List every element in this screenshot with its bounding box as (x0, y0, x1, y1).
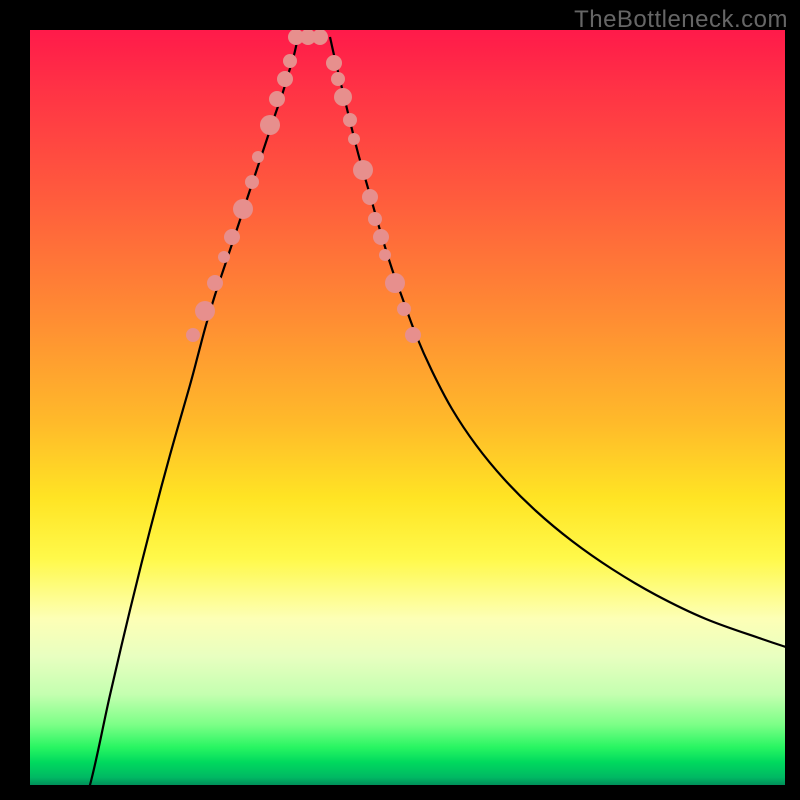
marker-dot (283, 54, 297, 68)
marker-dot (269, 91, 285, 107)
marker-dot (326, 55, 342, 71)
marker-dot (334, 88, 352, 106)
right-curve (330, 37, 785, 647)
watermark-text: TheBottleneck.com (574, 6, 788, 34)
chart-container: TheBottleneck.com (0, 0, 800, 800)
marker-dot (224, 229, 240, 245)
marker-dot (379, 249, 391, 261)
data-markers (186, 30, 421, 343)
marker-dot (373, 229, 389, 245)
marker-dot (362, 189, 378, 205)
marker-dot (348, 133, 360, 145)
marker-dot (368, 212, 382, 226)
marker-dot (353, 160, 373, 180)
marker-dot (385, 273, 405, 293)
plot-area (30, 30, 785, 785)
marker-dot (312, 30, 328, 45)
marker-dot (245, 175, 259, 189)
marker-dot (331, 72, 345, 86)
marker-dot (233, 199, 253, 219)
curves-svg (30, 30, 785, 785)
marker-dot (207, 275, 223, 291)
marker-dot (260, 115, 280, 135)
marker-dot (277, 71, 293, 87)
marker-dot (186, 328, 200, 342)
marker-dot (397, 302, 411, 316)
marker-dot (252, 151, 264, 163)
left-curve (70, 37, 298, 785)
marker-dot (343, 113, 357, 127)
marker-dot (218, 251, 230, 263)
marker-dot (405, 327, 421, 343)
marker-dot (195, 301, 215, 321)
